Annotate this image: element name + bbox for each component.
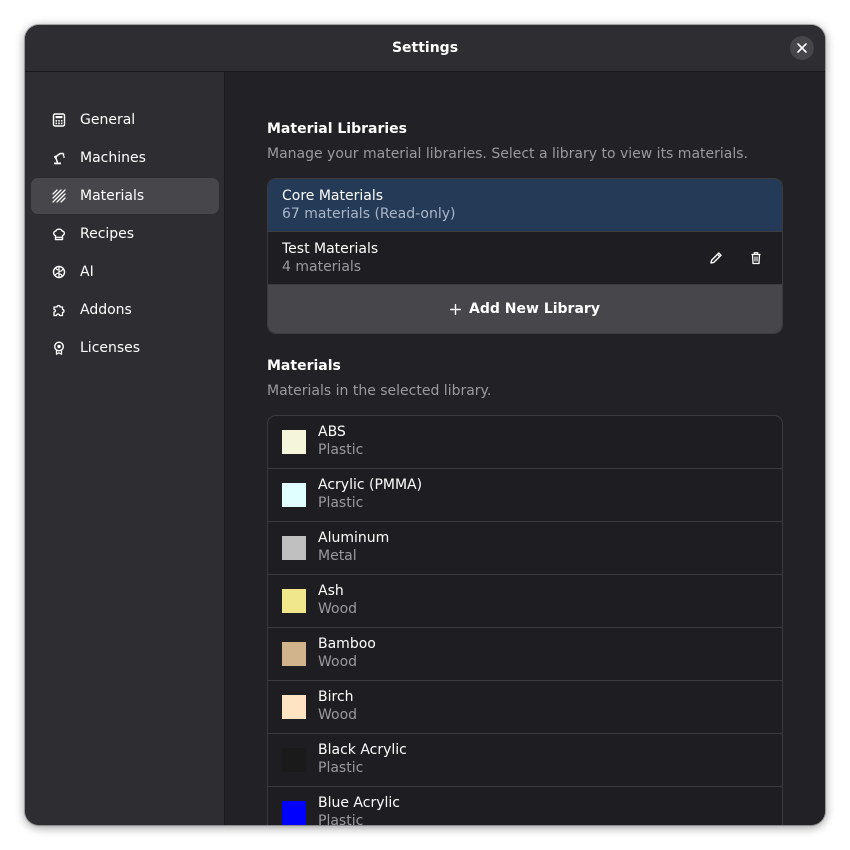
calculator-icon [51,112,67,128]
sidebar-item-label: Addons [80,302,132,318]
sidebar-item-machines[interactable]: Machines [31,140,219,176]
materials-heading: Materials [267,358,341,374]
material-name: Acrylic (PMMA) [318,477,423,493]
material-name: Blue Acrylic [318,795,400,811]
material-type: Plastic [318,442,364,458]
sidebar-item-general[interactable]: General [31,102,219,138]
pencil-icon [709,251,723,265]
material-type: Wood [318,654,358,670]
material-name: Black Acrylic [318,742,407,758]
award-ribbon-icon [51,340,67,356]
material-row[interactable]: Blue Acrylic Plastic [268,787,782,825]
sidebar-item-label: AI [80,264,94,280]
color-swatch [282,536,306,560]
puzzle-icon [51,302,67,318]
library-detail: 4 materials [282,259,362,275]
color-swatch [282,801,306,825]
materials-description: Materials in the selected library. [267,383,492,399]
plus-icon [450,303,462,315]
material-row[interactable]: Acrylic (PMMA) Plastic [268,469,782,522]
edit-library-button[interactable] [704,246,728,270]
material-row[interactable]: Bamboo Wood [268,628,782,681]
sidebar-item-addons[interactable]: Addons [31,292,219,328]
sidebar-item-label: General [80,112,136,128]
trash-icon [749,251,763,265]
material-row[interactable]: ABS Plastic [268,416,782,469]
delete-library-button[interactable] [744,246,768,270]
library-row-core[interactable]: Core Materials 67 materials (Read-only) [268,179,782,231]
material-type: Wood [318,707,358,723]
material-row[interactable]: Black Acrylic Plastic [268,734,782,787]
add-library-label: Add New Library [469,301,600,317]
material-name: Ash [318,583,344,599]
color-swatch [282,483,306,507]
material-name: Birch [318,689,354,705]
title-bar: Settings [25,25,825,72]
libraries-heading: Material Libraries [267,121,408,137]
material-name: ABS [318,424,346,440]
material-row[interactable]: Aluminum Metal [268,522,782,575]
color-swatch [282,748,306,772]
material-type: Metal [318,548,357,564]
close-icon [797,43,807,53]
color-swatch [282,695,306,719]
library-list: Core Materials 67 materials (Read-only) … [267,178,783,334]
window-title: Settings [391,40,459,56]
color-swatch [282,642,306,666]
sidebar-item-label: Licenses [80,340,141,356]
sidebar-item-ai[interactable]: AI [31,254,219,290]
library-name: Core Materials [282,188,384,204]
material-name: Bamboo [318,636,376,652]
sidebar-item-label: Machines [80,150,146,166]
material-list: ABS Plastic Acrylic (PMMA) Plastic Alumi… [267,415,783,825]
sidebar-item-label: Materials [80,188,145,204]
library-detail: 67 materials (Read-only) [282,206,456,222]
material-type: Plastic [318,495,364,511]
color-swatch [282,430,306,454]
settings-window: Settings General Machines Materials Reci… [25,25,825,825]
sidebar-item-licenses[interactable]: Licenses [31,330,219,366]
hatch-pattern-icon [51,188,67,204]
material-name: Aluminum [318,530,390,546]
material-row[interactable]: Birch Wood [268,681,782,734]
add-library-button[interactable]: Add New Library [268,285,782,333]
sidebar-item-materials[interactable]: Materials [31,178,219,214]
sidebar-item-recipes[interactable]: Recipes [31,216,219,252]
library-row-test[interactable]: Test Materials 4 materials [268,232,782,284]
sidebar-item-label: Recipes [80,226,135,242]
color-swatch [282,589,306,613]
sidebar: General Machines Materials Recipes AI Ad… [25,72,225,825]
material-type: Plastic [318,813,364,825]
settings-content: Material Libraries Manage your material … [225,72,825,825]
material-type: Plastic [318,760,364,776]
close-button[interactable] [790,36,814,60]
chef-hat-icon [51,226,67,242]
material-row[interactable]: Ash Wood [268,575,782,628]
library-name: Test Materials [282,241,379,257]
libraries-description: Manage your material libraries. Select a… [267,146,748,162]
brain-icon [51,264,67,280]
machine-arm-icon [51,150,67,166]
material-type: Wood [318,601,358,617]
